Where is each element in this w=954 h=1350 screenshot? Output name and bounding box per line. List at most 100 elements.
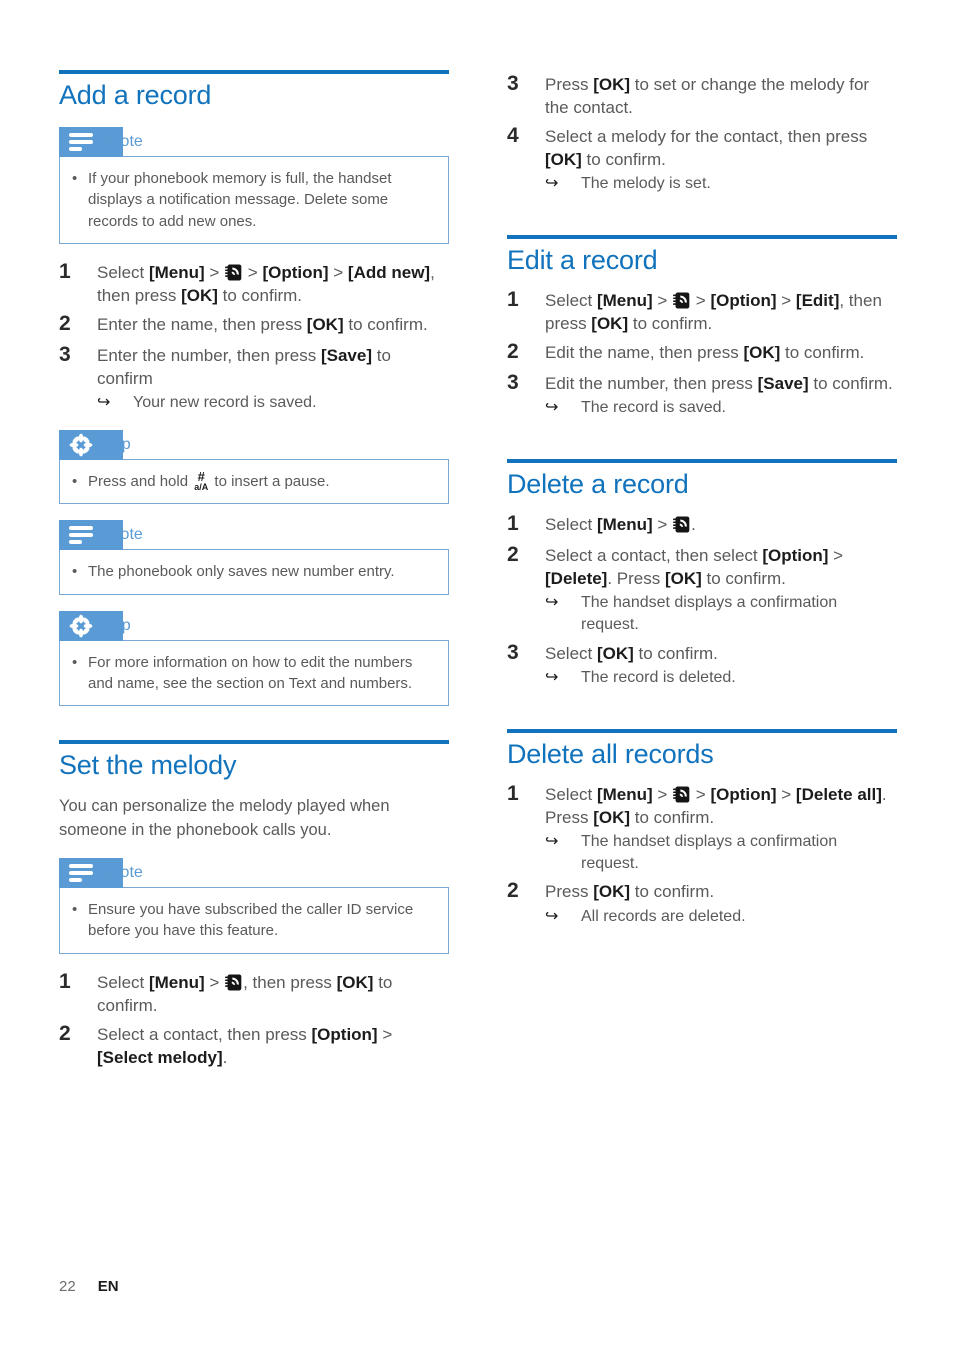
result-arrow-icon: ↪ [545, 832, 559, 850]
step-text-fragment: Edit the number, then press [545, 374, 758, 394]
step-number: 3 [507, 640, 519, 664]
bullet-icon: • [72, 653, 78, 671]
numbered-step: 1 Select [Menu] > > [Option] > [Add new],… [59, 258, 449, 307]
manual-page: Add a record Note • If your phonebook me… [0, 0, 954, 1350]
ui-key-label: [Option] [710, 291, 777, 311]
step-text-fragment: Press [545, 882, 594, 902]
ui-key-label: [Add new] [347, 262, 431, 282]
ui-key-label: [OK] [545, 150, 582, 170]
page-title: Add a record [59, 80, 212, 110]
step-text-fragment: . [222, 1048, 228, 1067]
steps-delete-all-records: 1 Select [Menu] > > [Option] > [Delete al… [507, 780, 897, 928]
step-instruction: Edit the number, then press [Save] to co… [545, 372, 897, 395]
callout-label-text: Tip [109, 616, 131, 634]
callout-header: Tip [59, 610, 449, 641]
note-lines-icon [59, 858, 103, 889]
step-number: 1 [59, 259, 71, 283]
step-text-fragment: > [377, 1024, 393, 1044]
bullet-icon: • [72, 473, 78, 490]
step-text: Press [OK] to set or change the melody f… [545, 70, 897, 119]
step-result: ↪ All records are deleted. [545, 906, 897, 928]
ui-key-label: [Save] [320, 346, 372, 366]
step-text: Select [Menu] > , then press [OK] to con… [97, 968, 449, 1017]
step-text: Edit the name, then press [OK] to confir… [545, 338, 897, 366]
step-text-fragment: > [776, 784, 796, 804]
steps-edit-record: 1 Select [Menu] > > [Option] > [Edit], th… [507, 286, 897, 419]
numbered-step: 2 Select a contact, then press [Option] >… [59, 1020, 449, 1069]
result-arrow-icon: ↪ [97, 394, 111, 412]
step-text-fragment: > [204, 972, 225, 992]
list-item-text: The phonebook only saves new number entr… [88, 563, 395, 581]
step-text-fragment: to confirm. [780, 343, 865, 363]
step-result: ↪ The handset displays a confirmation req… [545, 831, 897, 875]
note-callout: Note • The phonebook only saves new numb… [59, 520, 449, 595]
phonebook-icon [673, 292, 690, 309]
list-item: • The phonebook only saves new number en… [72, 561, 436, 582]
step-instruction: Press [OK] to set or change the melody f… [545, 73, 897, 119]
result-text: The record is deleted. [581, 668, 736, 686]
step-text-fragment: Select [545, 643, 597, 663]
step-text-fragment: Select [545, 515, 597, 535]
phonebook-icon [225, 264, 242, 281]
step-text-fragment: > [243, 262, 263, 282]
ui-key-label: [OK] [593, 75, 631, 94]
section-title: Edit a record [507, 245, 658, 276]
section-title: Set the melody [59, 750, 237, 781]
numbered-step: 1 Select [Menu] > > [Option] > [Edit], th… [507, 286, 897, 335]
ui-key-label: [OK] [591, 314, 629, 334]
numbered-step: 2 Enter the name, then press [OK] to conf… [59, 310, 449, 338]
step-text: Press [OK] to confirm. ↪ All records are d… [545, 877, 897, 927]
list-item-text: Ensure you have subscribed the caller ID… [88, 901, 414, 940]
step-text-fragment: Select a melody for the contact, then pr… [545, 127, 868, 147]
step-text-fragment: > [328, 262, 348, 282]
ui-key-label: [OK] [306, 315, 344, 335]
step-text-fragment: Select [545, 784, 597, 804]
step-text: Select [Menu] > . [545, 510, 897, 538]
hash-key-icon: # a/A [194, 469, 209, 492]
step-text-fragment: > [652, 784, 673, 804]
tip-callout: Tip • For more information on how to edi… [59, 610, 449, 707]
ui-key-label: [OK] [664, 569, 702, 589]
step-text-fragment: to confirm. [630, 882, 715, 902]
callout-label: Note [103, 858, 143, 889]
section-rule [59, 70, 449, 74]
step-text-fragment: Select a contact, then press [97, 1024, 312, 1044]
callout-label: Note [103, 520, 143, 551]
step-text-fragment: > [204, 262, 225, 282]
ui-key-label: [OK] [593, 807, 631, 827]
step-number: 2 [507, 543, 519, 567]
step-text-fragment: Select [545, 291, 597, 311]
callout-body: • For more information on how to edit th… [59, 639, 449, 707]
result-text: The melody is set. [581, 175, 711, 193]
step-instruction: Select [Menu] > > [Option] > [Add new], … [97, 261, 449, 307]
step-text: Select a contact, then press [Option] > … [97, 1020, 449, 1069]
callout-label-text: Note [109, 133, 143, 151]
numbered-step: 2 Press [OK] to confirm. ↪ All records are … [507, 877, 897, 927]
step-text: Select [Menu] > > [Option] > [Edit], the… [545, 286, 897, 335]
step-text-fragment: . [691, 515, 696, 535]
ui-key-label: [Delete] [545, 569, 608, 589]
section-delete-a-record: Delete a record 1 Select [Menu] > . 2 Selec… [507, 459, 897, 689]
numbered-step: 3 Press [OK] to set or change the melody … [507, 70, 897, 119]
step-text-fragment: > [828, 546, 844, 566]
step-instruction: Select [Menu] > > [Option] > [Delete all… [545, 783, 897, 829]
result-text: Your new record is saved. [133, 394, 317, 412]
step-text-fragment: to confirm. [628, 314, 713, 334]
ui-key-label: [Edit] [795, 291, 840, 311]
note-callout: Note • If your phonebook memory is full,… [59, 127, 449, 244]
callout-label: Note [103, 127, 143, 158]
callout-label: Tip [103, 430, 131, 460]
step-text-fragment: to confirm. [343, 315, 428, 335]
step-text-fragment: to confirm. [630, 807, 715, 827]
list-item-text: Press and hold # a/A to insert a pause. [88, 469, 436, 492]
callout-header: Note [59, 520, 449, 551]
step-text: Select [Menu] > > [Option] > [Add new], … [97, 258, 449, 307]
numbered-step: 1 Select [Menu] > , then press [OK] to co… [59, 968, 449, 1017]
step-text-fragment: Select a contact, then select [545, 546, 763, 566]
step-text: Edit the number, then press [Save] to co… [545, 369, 897, 419]
step-text-fragment: Enter the name, then press [97, 315, 307, 335]
step-number: 3 [507, 72, 519, 95]
ui-key-label: [Save] [757, 374, 809, 394]
step-instruction: Enter the number, then press [Save] to c… [97, 344, 449, 390]
numbered-step: 1 Select [Menu] > . [507, 510, 897, 538]
